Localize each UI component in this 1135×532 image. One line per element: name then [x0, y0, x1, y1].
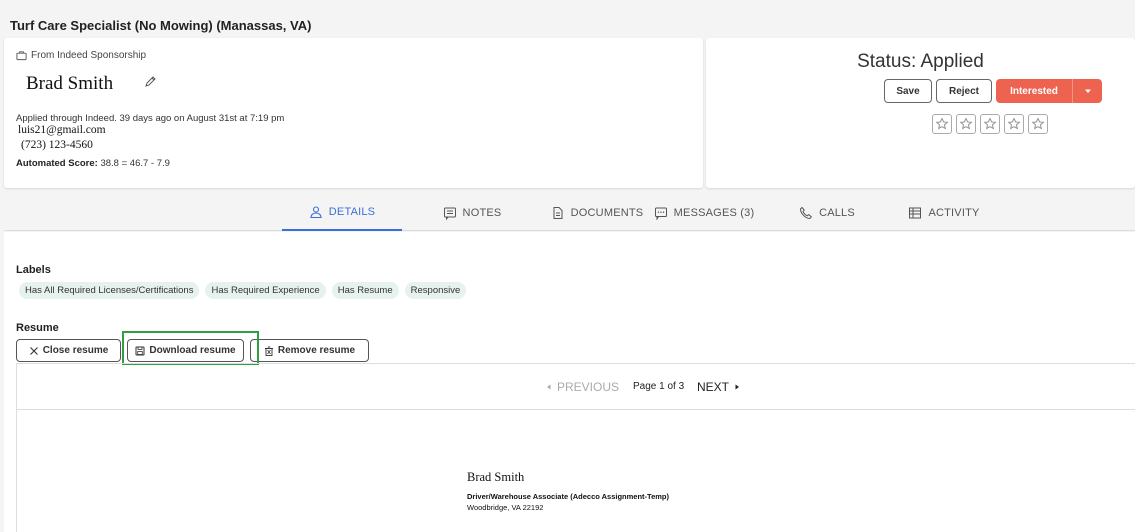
- remove-resume-button[interactable]: Remove resume: [250, 339, 369, 362]
- tab-label: CALLS: [819, 207, 855, 219]
- candidate-card: From Indeed Sponsorship Brad Smith Appli…: [4, 38, 703, 188]
- tab-details[interactable]: DETAILS: [282, 195, 402, 231]
- notes-icon: [443, 207, 456, 220]
- details-panel: Labels Has All Required Licenses/Certifi…: [4, 232, 1135, 532]
- next-page-button[interactable]: NEXT: [697, 380, 741, 394]
- star-icon: [935, 117, 949, 130]
- caret-right-icon: [735, 384, 740, 390]
- score-label: Automated Score:: [16, 158, 98, 169]
- resume-pager: PREVIOUS Page 1 of 3 NEXT: [17, 364, 1135, 410]
- status-dropdown-button[interactable]: [1072, 79, 1102, 103]
- phone-icon: [800, 206, 813, 220]
- caret-down-icon: [1084, 89, 1091, 93]
- close-resume-button[interactable]: Close resume: [16, 339, 121, 362]
- rating-star[interactable]: [1028, 114, 1048, 134]
- briefcase-icon: [16, 51, 27, 61]
- tab-label: DETAILS: [328, 206, 376, 218]
- caret-left-icon: [547, 384, 551, 390]
- tab-label: DOCUMENTS: [570, 207, 644, 219]
- rating-star[interactable]: [980, 114, 1000, 134]
- download-highlight-box: [122, 331, 259, 365]
- resume-viewer: PREVIOUS Page 1 of 3 NEXT Brad Smith Dri…: [16, 363, 1135, 532]
- resume-location: Woodbridge, VA 22192: [467, 503, 544, 512]
- person-icon: [310, 206, 322, 219]
- job-title: Turf Care Specialist (No Mowing) (Manass…: [10, 18, 312, 33]
- labels-heading: Labels: [16, 264, 51, 276]
- star-icon: [1031, 117, 1045, 130]
- label-chip[interactable]: Has All Required Licenses/Certifications: [19, 282, 200, 299]
- tab-label: MESSAGES (3): [673, 207, 755, 219]
- reject-button[interactable]: Reject: [936, 79, 992, 103]
- close-icon: [29, 346, 38, 355]
- remove-resume-label: Remove resume: [277, 345, 356, 356]
- save-button[interactable]: Save: [884, 79, 932, 103]
- document-icon: [553, 207, 563, 219]
- status-text: Status: Applied: [857, 51, 984, 72]
- applied-info: Applied through Indeed. 39 days ago on A…: [16, 113, 285, 124]
- status-actions: Save Reject Interested: [884, 79, 1102, 103]
- edit-pencil-icon[interactable]: [144, 74, 158, 88]
- tab-documents[interactable]: DOCUMENTS: [532, 195, 662, 231]
- automated-score: Automated Score: 38.8 = 46.7 - 7.9: [16, 158, 170, 169]
- candidate-name: Brad Smith: [26, 73, 114, 94]
- tab-notes[interactable]: NOTES: [422, 195, 522, 231]
- resume-heading: Resume: [16, 322, 59, 334]
- candidate-email[interactable]: luis21@gmail.com: [18, 124, 106, 136]
- tab-label: NOTES: [462, 207, 502, 219]
- previous-label: PREVIOUS: [557, 380, 620, 394]
- tab-bar: DETAILS NOTES DOCUMENTS MESSAGES (3) CAL…: [4, 195, 1135, 231]
- star-rating: [932, 114, 1048, 134]
- label-chip[interactable]: Responsive: [404, 282, 467, 299]
- label-chips: Has All Required Licenses/Certifications…: [19, 282, 467, 299]
- rating-star[interactable]: [932, 114, 952, 134]
- source-label: From Indeed Sponsorship: [31, 50, 147, 61]
- tab-messages[interactable]: MESSAGES (3): [652, 195, 756, 231]
- score-value: 38.8 = 46.7 - 7.9: [100, 158, 170, 169]
- previous-page-button[interactable]: PREVIOUS: [545, 380, 619, 394]
- label-chip[interactable]: Has Resume: [331, 282, 399, 299]
- rating-star[interactable]: [1004, 114, 1024, 134]
- next-label: NEXT: [697, 380, 730, 394]
- activity-icon: [909, 207, 922, 219]
- status-card: Status: Applied Save Reject Interested: [706, 38, 1135, 188]
- resume-job-role: Driver/Warehouse Associate (Adecco Assig…: [467, 492, 669, 501]
- message-icon: [654, 207, 667, 220]
- resume-candidate-name: Brad Smith: [467, 470, 525, 484]
- star-icon: [959, 117, 973, 130]
- star-icon: [983, 117, 997, 130]
- tab-calls[interactable]: CALLS: [782, 195, 872, 231]
- tab-activity[interactable]: ACTIVITY: [899, 195, 989, 231]
- close-resume-label: Close resume: [42, 345, 109, 356]
- candidate-phone[interactable]: (723) 123-4560: [21, 139, 93, 151]
- page-indicator: Page 1 of 3: [633, 381, 685, 392]
- label-chip[interactable]: Has Required Experience: [205, 282, 326, 299]
- trash-icon: [264, 346, 273, 356]
- rating-star[interactable]: [956, 114, 976, 134]
- candidate-source: From Indeed Sponsorship: [16, 50, 146, 61]
- interested-button[interactable]: Interested: [996, 79, 1072, 103]
- tab-label: ACTIVITY: [928, 207, 980, 219]
- star-icon: [1007, 117, 1021, 130]
